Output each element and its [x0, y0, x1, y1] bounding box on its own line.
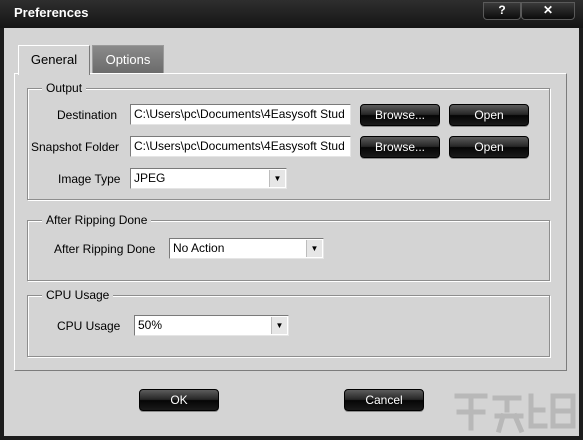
image-type-label: Image Type: [58, 172, 121, 186]
window-title: Preferences: [14, 5, 89, 20]
title-bar[interactable]: Preferences ? ✕: [0, 0, 583, 28]
cpu-usage-label: CPU Usage: [57, 319, 121, 333]
help-button[interactable]: ?: [483, 2, 521, 20]
output-group: Output Destination C:\Users\pc\Documents…: [27, 81, 550, 200]
after-ripping-value: No Action: [173, 241, 225, 255]
cpu-usage-value: 50%: [138, 318, 163, 332]
chevron-down-icon[interactable]: ▼: [269, 170, 285, 187]
tab-general[interactable]: General: [18, 45, 90, 75]
ok-button[interactable]: OK: [139, 389, 219, 411]
after-ripping-legend: After Ripping Done: [42, 213, 152, 227]
snapshot-folder-field[interactable]: C:\Users\pc\Documents\4Easysoft Stud: [130, 136, 351, 157]
after-ripping-group: After Ripping Done After Ripping Done No…: [27, 213, 550, 281]
close-icon: ✕: [542, 3, 554, 17]
destination-open-button[interactable]: Open: [449, 104, 529, 126]
destination-label: Destination: [57, 108, 118, 122]
general-panel: Output Destination C:\Users\pc\Documents…: [14, 73, 567, 371]
destination-browse-button[interactable]: Browse...: [360, 104, 440, 126]
after-ripping-select[interactable]: No Action ▼: [169, 238, 324, 259]
chevron-down-icon[interactable]: ▼: [306, 240, 322, 257]
snapshot-open-button[interactable]: Open: [449, 136, 529, 158]
help-icon: ?: [498, 3, 506, 17]
image-type-select[interactable]: JPEG ▼: [130, 168, 287, 189]
cpu-usage-group: CPU Usage CPU Usage 50% ▼: [27, 288, 550, 357]
after-ripping-label: After Ripping Done: [54, 242, 156, 256]
preferences-window: Preferences ? ✕ General Options Output D…: [0, 0, 583, 440]
dialog-body: General Options Output Destination C:\Us…: [4, 28, 579, 436]
tab-options[interactable]: Options: [92, 45, 164, 74]
snapshot-folder-label: Snapshot Folder: [31, 140, 120, 154]
output-legend: Output: [42, 81, 87, 95]
cpu-usage-legend: CPU Usage: [42, 288, 114, 302]
image-type-value: JPEG: [134, 171, 166, 185]
snapshot-browse-button[interactable]: Browse...: [360, 136, 440, 158]
chevron-down-icon[interactable]: ▼: [271, 317, 287, 334]
cpu-usage-select[interactable]: 50% ▼: [134, 315, 289, 336]
cancel-button[interactable]: Cancel: [344, 389, 424, 411]
destination-field[interactable]: C:\Users\pc\Documents\4Easysoft Stud: [130, 104, 351, 125]
watermark-logo: [454, 393, 576, 434]
close-button[interactable]: ✕: [521, 2, 575, 20]
